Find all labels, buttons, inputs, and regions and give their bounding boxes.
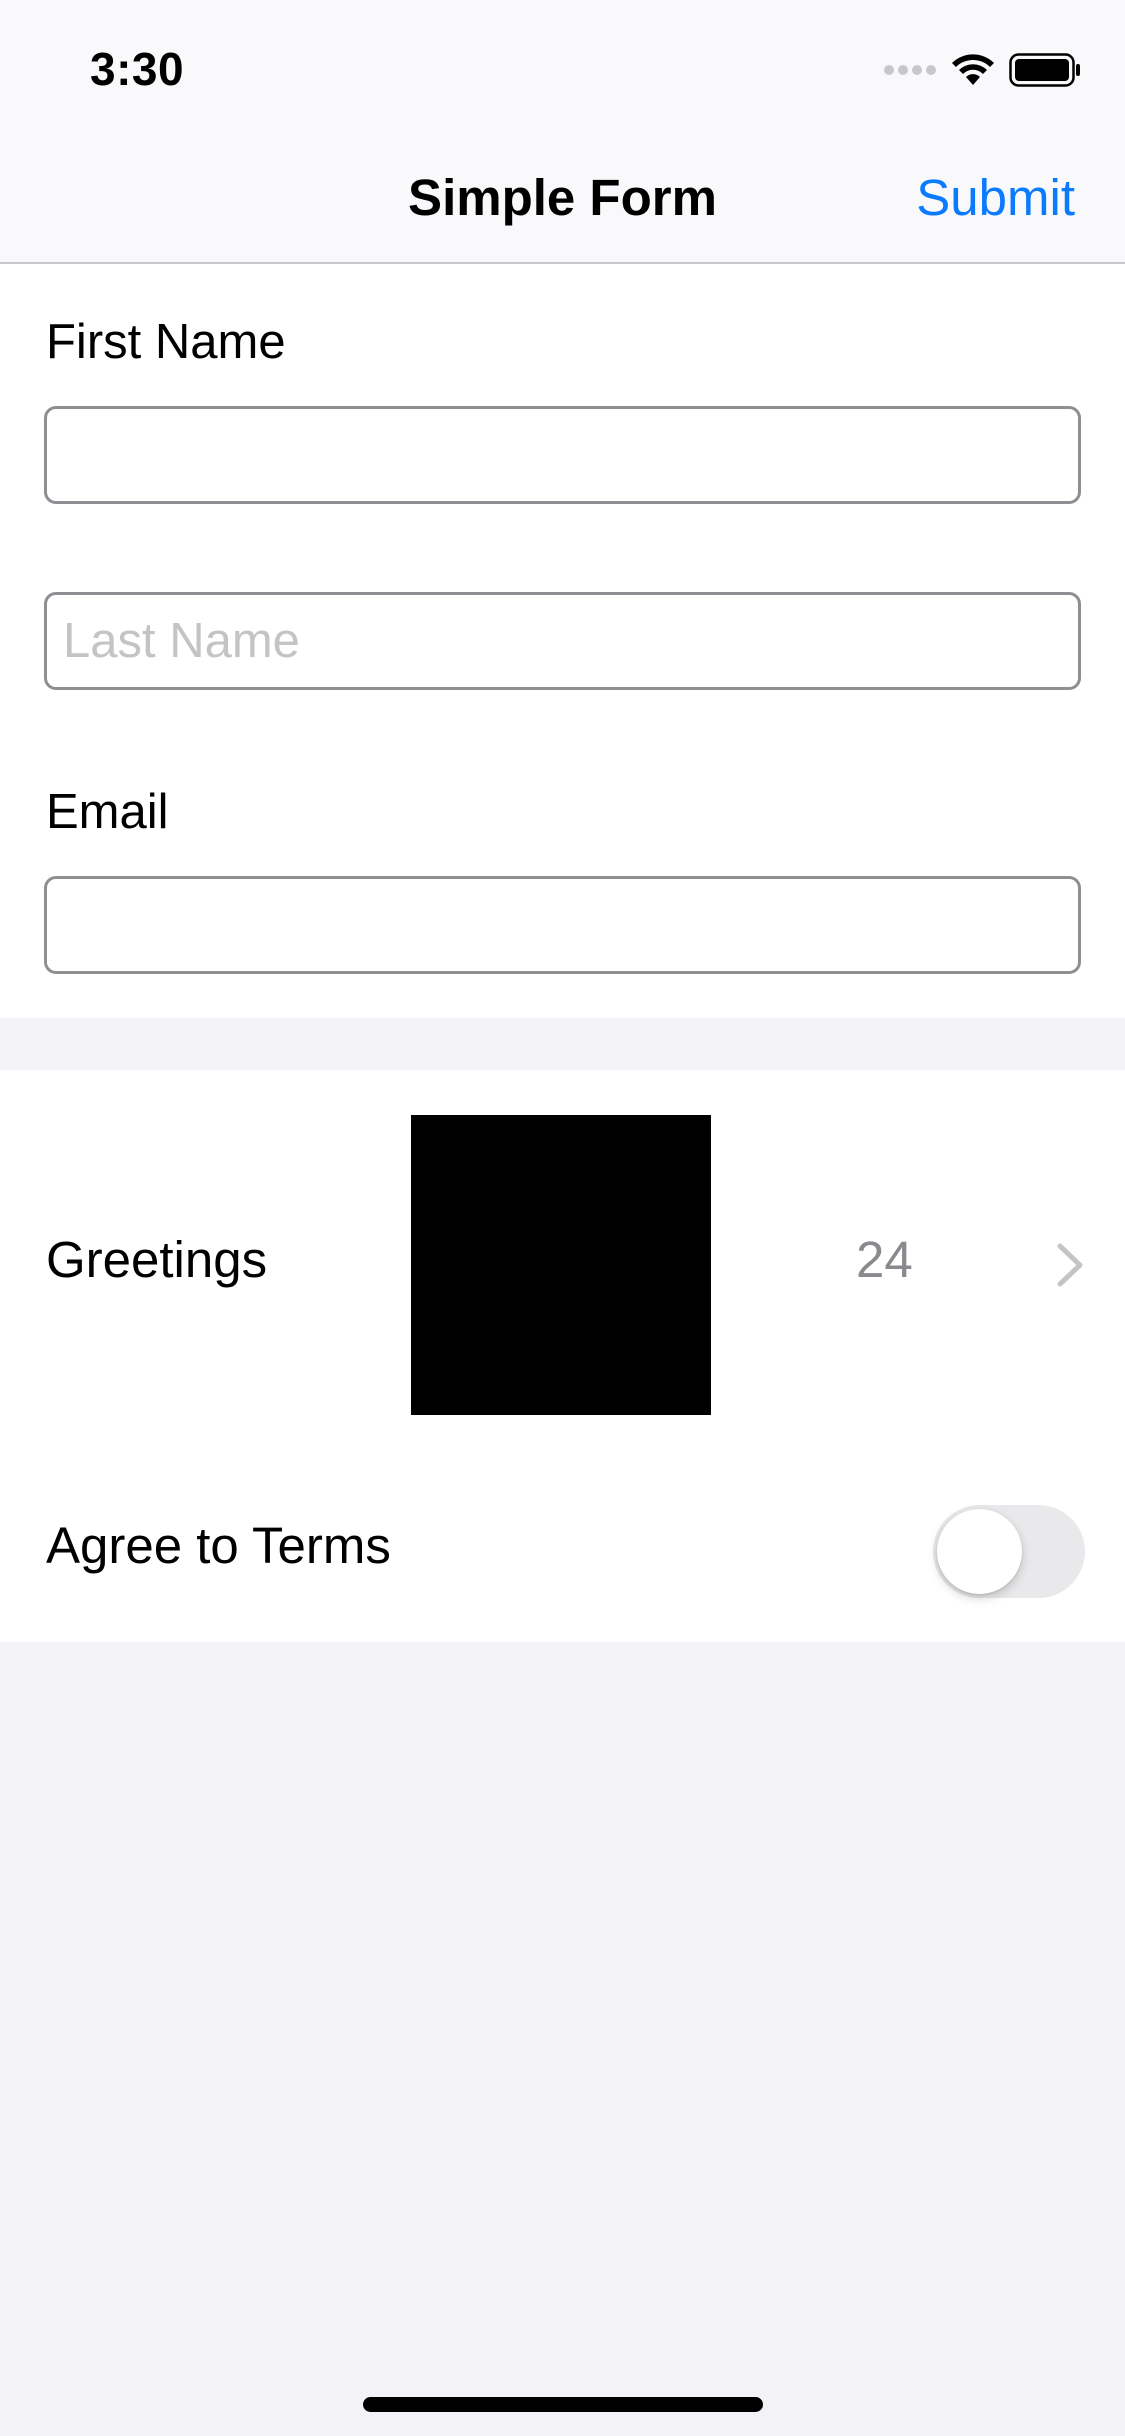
- first-name-input[interactable]: [44, 406, 1081, 504]
- status-icons: [883, 50, 1081, 90]
- email-label: Email: [46, 785, 169, 839]
- wifi-icon: [952, 54, 994, 85]
- battery-icon: [1009, 53, 1080, 87]
- chevron-right-icon: [1057, 1243, 1083, 1287]
- agree-terms-toggle[interactable]: [933, 1505, 1085, 1598]
- last-name-input[interactable]: [44, 592, 1081, 690]
- greetings-row[interactable]: Greetings 24: [0, 1070, 1125, 1460]
- status-time: 3:30: [90, 43, 185, 95]
- first-name-label: First Name: [46, 315, 286, 369]
- form-section-options: Greetings 24 Agree to Terms: [0, 1070, 1125, 1642]
- submit-button[interactable]: Submit: [916, 168, 1075, 227]
- greetings-value: 24: [856, 1231, 913, 1288]
- email-input[interactable]: [44, 876, 1081, 974]
- greetings-image: [411, 1115, 711, 1415]
- form-section-text-fields: First Name Email: [0, 264, 1125, 1018]
- agree-terms-label: Agree to Terms: [46, 1517, 391, 1574]
- navigation-header: 3:30 Simple Form Submit: [0, 0, 1125, 264]
- signal-icon: [884, 65, 936, 75]
- greetings-label: Greetings: [46, 1231, 268, 1288]
- toggle-knob: [937, 1509, 1022, 1594]
- screen: 3:30 Simple Form Submit First Name Last …: [0, 0, 1125, 2436]
- home-indicator[interactable]: [363, 2397, 763, 2412]
